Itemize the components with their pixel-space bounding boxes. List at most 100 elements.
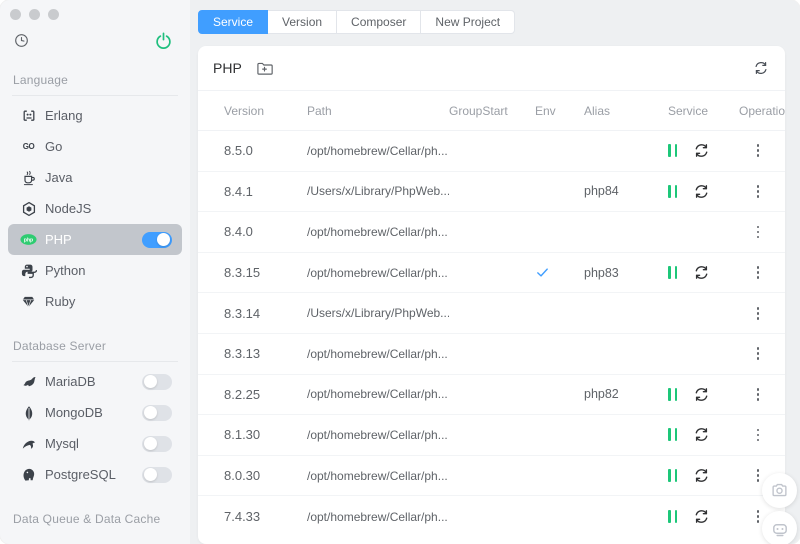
check-icon [535, 265, 550, 280]
restart-service-icon[interactable] [693, 508, 710, 525]
version-cell: 8.2.25 [224, 386, 261, 402]
sidebar-item-python[interactable]: Python [8, 255, 182, 286]
restart-service-icon[interactable] [693, 386, 710, 403]
sidebar: Language Erlang GO Go Java NodeJS php PHP Python… [0, 0, 190, 544]
pause-service-icon[interactable] [668, 266, 677, 280]
mysql-icon [20, 435, 37, 452]
mysql-toggle[interactable] [142, 435, 172, 452]
table-header: Version Path GroupStart Env Alias Service Oper… [198, 91, 785, 131]
column-header-groupstart: GroupStart [449, 103, 508, 118]
sidebar-item-label: Mysql [45, 436, 79, 451]
sidebar-item-ruby[interactable]: Ruby [8, 286, 182, 317]
alias-cell: php84 [584, 184, 619, 199]
sidebar-item-java[interactable]: Java [8, 162, 182, 193]
pause-service-icon[interactable] [668, 469, 677, 483]
folder-plus-icon [256, 60, 273, 77]
restart-service-icon[interactable] [693, 142, 710, 159]
version-cell: 8.5.0 [224, 143, 253, 159]
service-cell [668, 183, 739, 200]
screenshot-button[interactable] [762, 473, 797, 508]
sidebar-item-mysql[interactable]: Mysql [8, 428, 182, 459]
section-title: Database Server [13, 339, 107, 353]
version-cell: 8.4.0 [224, 224, 253, 240]
tab-version[interactable]: Version [268, 10, 338, 34]
panel-title: PHP [213, 60, 242, 76]
restart-service-icon[interactable] [693, 183, 710, 200]
operation-cell [739, 182, 777, 201]
mongodb-toggle[interactable] [142, 404, 172, 421]
path-cell: /opt/homebrew/Cellar/ph... [307, 346, 448, 361]
assistant-button[interactable] [762, 511, 797, 544]
php-toggle[interactable] [142, 231, 172, 248]
restart-service-icon[interactable] [693, 426, 710, 443]
robot-icon [771, 520, 789, 538]
section-title: Data Queue & Data Cache [13, 512, 161, 526]
more-options-icon[interactable] [751, 304, 766, 323]
operation-cell [739, 304, 777, 323]
more-options-icon[interactable] [751, 385, 766, 404]
more-options-icon[interactable] [751, 223, 766, 242]
pause-service-icon[interactable] [668, 387, 677, 401]
refresh-icon [753, 60, 769, 76]
sidebar-item-erlang[interactable]: Erlang [8, 100, 182, 131]
power-button[interactable] [153, 30, 174, 51]
table-row: 7.4.33/opt/homebrew/Cellar/ph... [198, 496, 785, 537]
go-icon: GO [22, 142, 35, 151]
pause-service-icon[interactable] [668, 144, 677, 158]
pause-service-icon[interactable] [668, 184, 677, 198]
version-cell: 7.4.33 [224, 509, 261, 525]
postgresql-toggle[interactable] [142, 466, 172, 483]
table-row: 8.5.0/opt/homebrew/Cellar/ph... [198, 131, 785, 172]
sidebar-item-postgresql[interactable]: PostgreSQL [8, 459, 182, 490]
svg-text:php: php [24, 237, 33, 243]
table-row: 8.0.30/opt/homebrew/Cellar/ph... [198, 456, 785, 497]
tab-composer[interactable]: Composer [337, 10, 422, 34]
sidebar-item-php[interactable]: php PHP [8, 224, 182, 255]
sidebar-item-label: Ruby [45, 294, 76, 309]
sidebar-item-label: PHP [45, 232, 72, 247]
mariadb-toggle[interactable] [142, 373, 172, 390]
path-cell: /opt/homebrew/Cellar/ph... [307, 427, 448, 442]
more-options-icon[interactable] [751, 344, 766, 363]
operation-cell [739, 141, 777, 160]
tab-service[interactable]: Service [198, 10, 269, 34]
env-cell [535, 265, 584, 280]
section-divider [12, 361, 178, 362]
pause-service-icon[interactable] [668, 510, 677, 524]
table-row: 8.3.13/opt/homebrew/Cellar/ph... [198, 334, 785, 375]
operation-cell [739, 426, 777, 445]
history-button[interactable] [12, 31, 31, 50]
column-header-operation: Operation [739, 103, 785, 118]
main-area: Service Version Composer New Project PHP Ve… [190, 0, 800, 544]
version-cell: 8.3.15 [224, 265, 261, 281]
pause-service-icon[interactable] [668, 428, 677, 442]
sidebar-item-label: MariaDB [45, 374, 96, 389]
more-options-icon[interactable] [751, 182, 766, 201]
traffic-light-minimize[interactable] [29, 9, 40, 20]
more-options-icon[interactable] [751, 426, 766, 445]
path-cell: /opt/homebrew/Cellar/ph... [307, 387, 448, 402]
mariadb-icon [20, 373, 37, 390]
more-options-icon[interactable] [751, 141, 766, 160]
sidebar-item-nodejs[interactable]: NodeJS [8, 193, 182, 224]
sidebar-item-go[interactable]: GO Go [8, 131, 182, 162]
column-header-env: Env [535, 103, 556, 118]
refresh-list-button[interactable] [751, 58, 771, 78]
operation-cell [739, 223, 777, 242]
more-options-icon[interactable] [751, 263, 766, 282]
traffic-light-close[interactable] [10, 9, 21, 20]
version-cell: 8.4.1 [224, 183, 253, 199]
sidebar-item-mongodb[interactable]: MongoDB [8, 397, 182, 428]
traffic-light-zoom[interactable] [48, 9, 59, 20]
service-cell [668, 386, 739, 403]
add-folder-button[interactable] [254, 58, 275, 79]
sidebar-item-mariadb[interactable]: MariaDB [8, 366, 182, 397]
section-divider [12, 95, 178, 96]
sidebar-item-setup[interactable]: Setup [8, 534, 182, 544]
restart-service-icon[interactable] [693, 467, 710, 484]
tab-new-project[interactable]: New Project [421, 10, 516, 34]
postgresql-icon [20, 466, 37, 483]
restart-service-icon[interactable] [693, 264, 710, 281]
tab-bar: Service Version Composer New Project [198, 10, 785, 34]
erlang-icon [20, 107, 37, 124]
